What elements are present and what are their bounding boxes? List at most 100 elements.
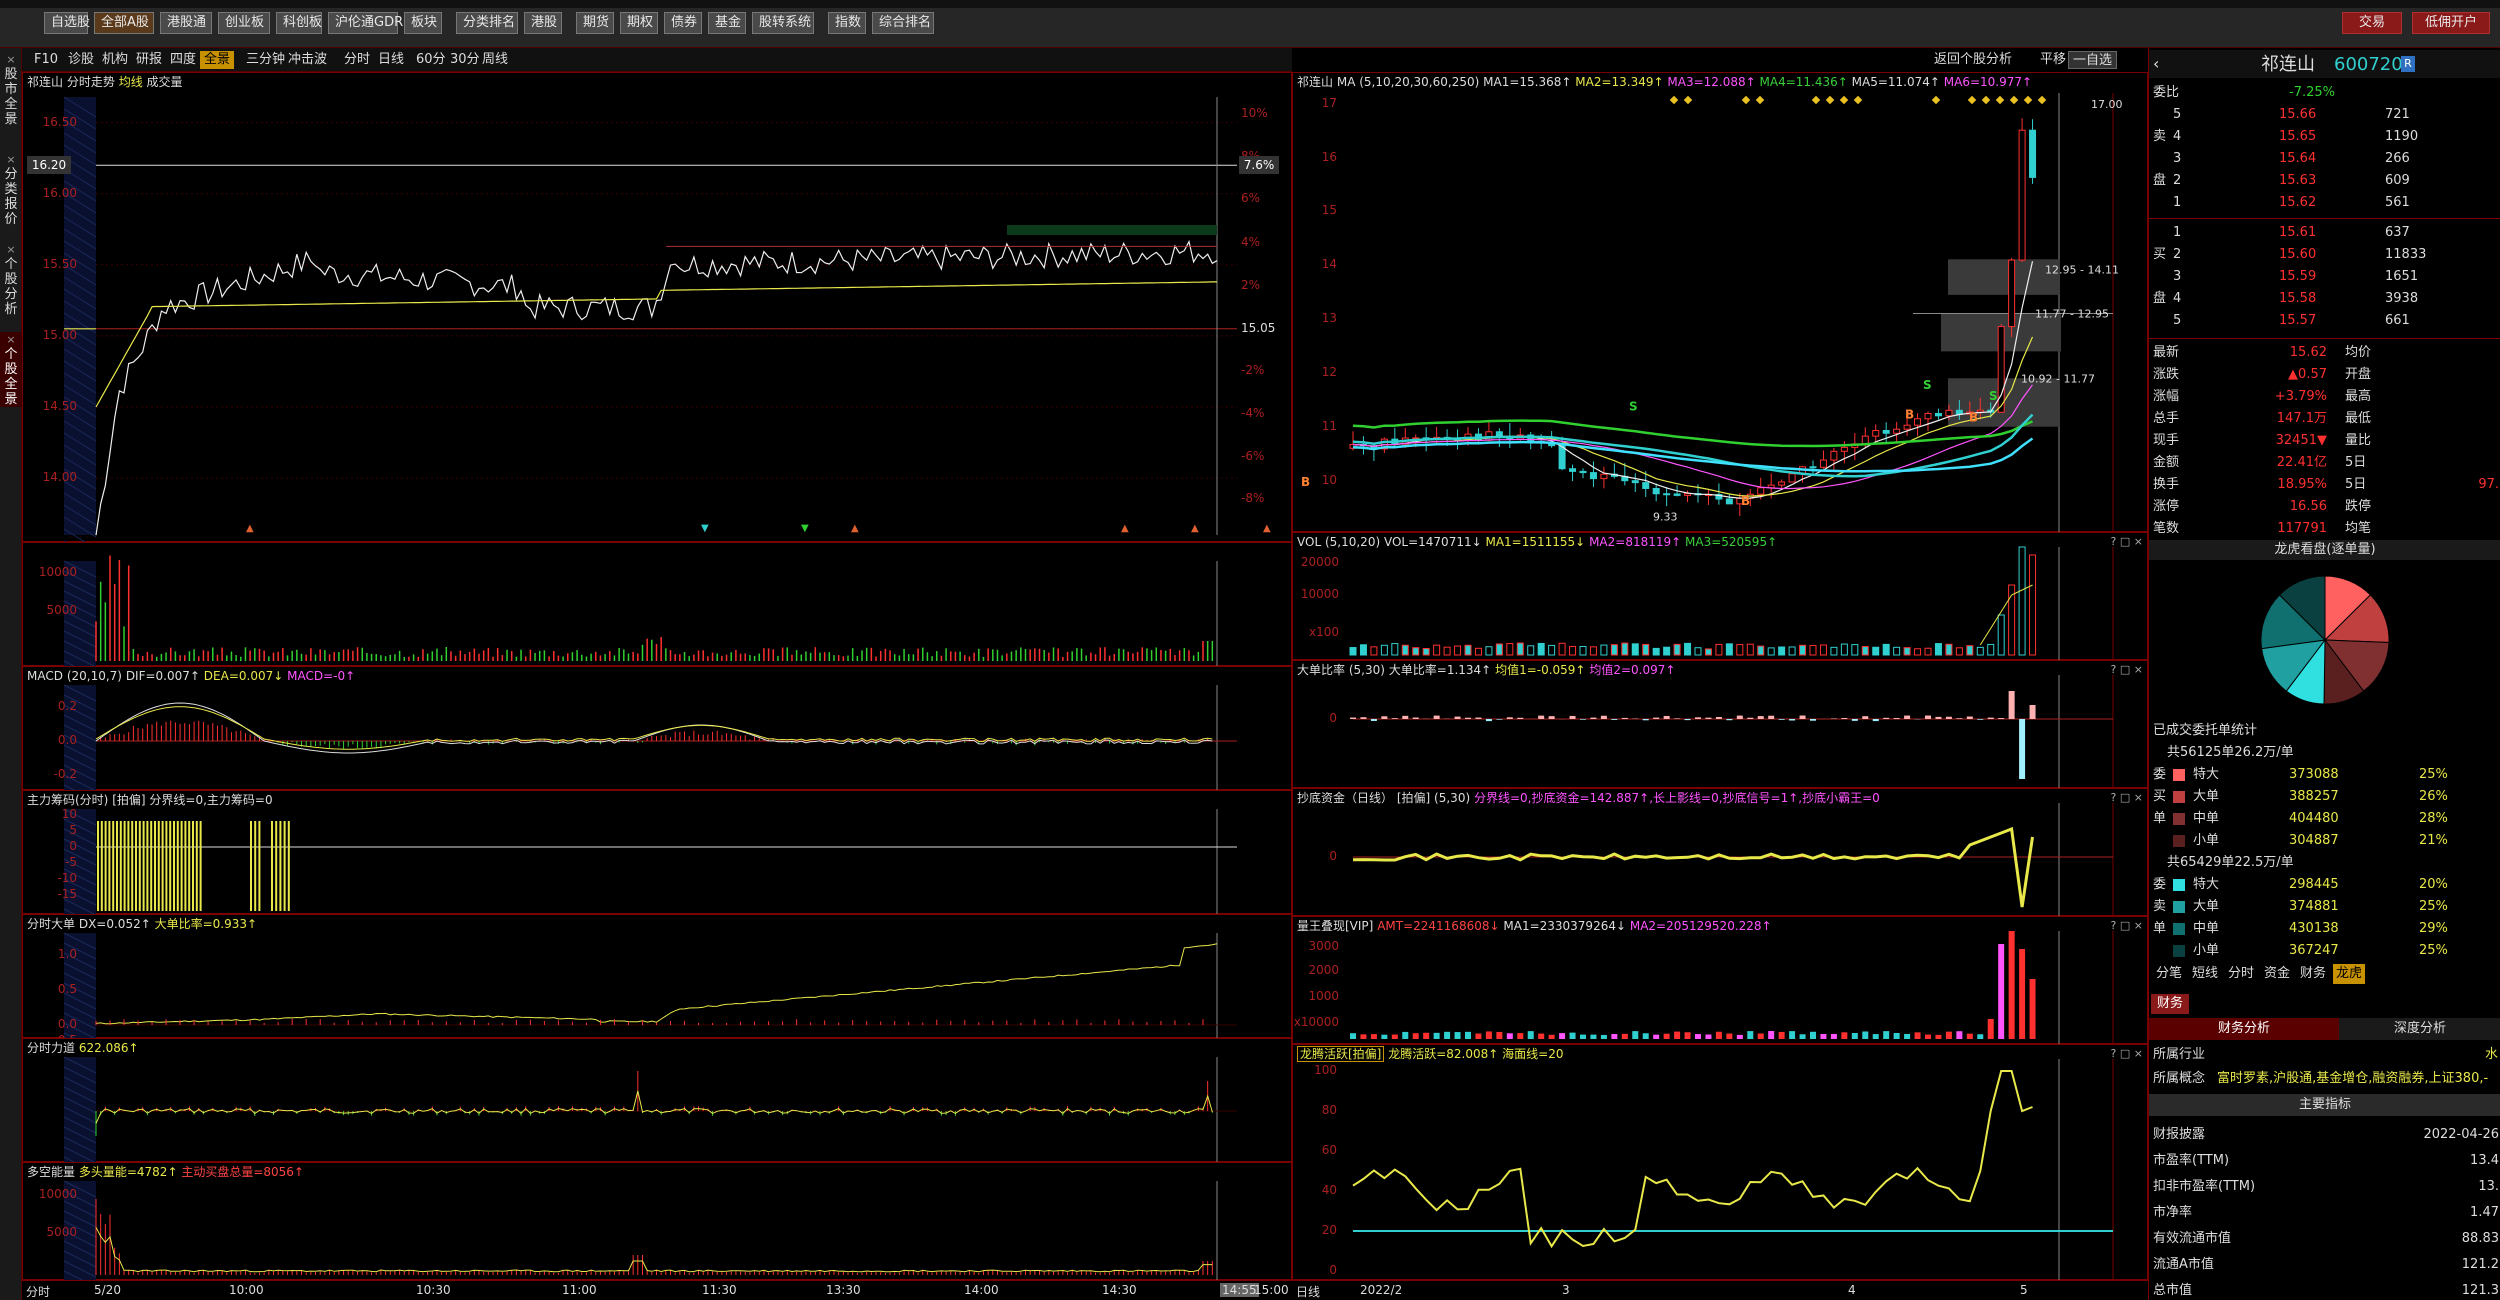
intraday-volume-panel[interactable]: 10000 5000 (22, 542, 1292, 667)
nav-item-7[interactable]: 冲击波 (284, 51, 331, 69)
toolbar-button-4[interactable]: 科创板 (276, 12, 322, 34)
kingvol-bar (1851, 1032, 1858, 1039)
trade-button[interactable]: 交易 (2342, 12, 2402, 34)
intraday-chip-panel[interactable]: 主力筹码(分时) [拍偏] 分界线=0,主力筹码=0 10 5 0 -5 -10 -15 (22, 790, 1292, 915)
toolbar-button-15[interactable]: 综合排名 (872, 12, 934, 34)
date-tick[interactable]: 日线 (1296, 1283, 1320, 1300)
p-ls-svg (63, 1180, 1218, 1281)
toolbar-button-13[interactable]: 股转系统 (752, 12, 814, 34)
nav-back-to-analysis-button[interactable]: 返回个股分析 (1930, 51, 2016, 69)
period-1[interactable]: 日线 (374, 51, 408, 69)
nav-item-2[interactable]: 机构 (98, 51, 132, 69)
period-0[interactable]: 分时 (340, 51, 374, 69)
quote-tab-0[interactable]: 分笔 (2153, 964, 2185, 984)
daily-bottomfund-panel[interactable]: 抄底资金（日线） [拍偏] (5,30) 分界线=0,抄底资金=142.887↑… (1292, 788, 2148, 917)
side-tab-1[interactable]: × 分类报价 (0, 152, 22, 227)
kingvol-bar (1914, 1032, 1921, 1039)
toolbar-button-12[interactable]: 基金 (708, 12, 746, 34)
toolbar-button-6[interactable]: 板块 (404, 12, 442, 34)
pct-tick: -2% (1241, 363, 1265, 378)
toolbar-button-10[interactable]: 期权 (620, 12, 658, 34)
bigratio-bar (1851, 719, 1858, 721)
chip-tick: -5 (65, 855, 77, 869)
back-chevron-icon[interactable]: ‹ (2153, 53, 2159, 75)
open-account-button[interactable]: 低佣开户 (2412, 12, 2490, 34)
daily-kingvol-panel[interactable]: 量王叠现[VIP] AMT=2241168608↓ MA1=2330379264… (1292, 916, 2148, 1045)
period-2[interactable]: 60分 (412, 51, 450, 69)
toolbar-button-8[interactable]: 港股 (524, 12, 562, 34)
nav-item-5[interactable]: 全景 (200, 51, 235, 69)
candle-body (1893, 428, 1901, 434)
daily-vol-tick: x100 (1308, 625, 1339, 639)
nav-item-3[interactable]: 研报 (132, 51, 166, 69)
quote-tab-3[interactable]: 资金 (2261, 964, 2293, 984)
quote-tab-4[interactable]: 财务 (2297, 964, 2329, 984)
daily-kline-svg: 17.00 9.33 12.95 - 14.11 11.77 - 12.95 10.92… (1301, 93, 2123, 533)
nav-pan-button[interactable]: 平移 (2036, 51, 2070, 69)
force-line (95, 1090, 1213, 1124)
price-tick: 15.00 (42, 327, 77, 342)
nav-item-1[interactable]: 诊股 (64, 51, 98, 69)
daily-vol-bar (1412, 647, 1420, 656)
nav-item-4[interactable]: 四度 (166, 51, 200, 69)
daily-bigratio-panel[interactable]: 大单比率 (5,30) 大单比率=1.134↑ 均值1=-0.059↑ 均值2=… (1292, 660, 2148, 789)
daily-vol-bar (1903, 647, 1911, 656)
toolbar-button-2[interactable]: 港股通 (160, 12, 212, 34)
close-icon[interactable]: × (0, 242, 22, 257)
side-tab-3[interactable]: × 个股全景 (0, 332, 22, 407)
nav-item-0[interactable]: F10 (30, 51, 62, 69)
date-tick: 5 (2020, 1283, 2028, 1297)
daily-vol-bar (1621, 642, 1629, 656)
toolbar-button-3[interactable]: 创业板 (218, 12, 270, 34)
daily-volume-panel[interactable]: VOL (5,10,20) VOL=1470711↓ MA1=1511155↓ … (1292, 532, 2148, 661)
panel-controls-icon[interactable]: ? □ × (2111, 663, 2143, 676)
close-icon[interactable]: × (0, 332, 22, 347)
toolbar-button-9[interactable]: 期货 (576, 12, 614, 34)
stat-row: 涨幅 +3.79% 最高 (2149, 386, 2500, 408)
daily-vol-bar (1506, 643, 1514, 656)
ask-cell: 15.64 (2279, 151, 2317, 166)
quote-tab-5[interactable]: 龙虎 (2333, 964, 2366, 984)
order-cell: 中单 (2193, 921, 2220, 936)
intraday-chart-panel[interactable]: 祁连山 分时走势 均线 成交量 ▲ ▼ ▼ ▲ ▲ ▲ ▲ 16.50 16.00 15.50 15… (22, 72, 1292, 543)
close-icon[interactable]: × (0, 52, 22, 67)
intraday-macd-panel[interactable]: MACD (20,10,7) DIF=0.007↑ DEA=0.007↓ MAC… (22, 666, 1292, 791)
bid-cell: 15.58 (2279, 291, 2317, 306)
period-4[interactable]: 周线 (478, 51, 512, 69)
legend-swatch (2173, 901, 2185, 913)
panel-controls-icon[interactable]: ? □ × (2111, 919, 2143, 932)
panel-controls-icon[interactable]: ? □ × (2111, 791, 2143, 804)
kingvol-bar (1893, 1032, 1900, 1039)
nav-item-6[interactable]: 三分钟 (242, 51, 289, 69)
metric-row: 扣非市盈率(TTM) 13. (2149, 1176, 2500, 1198)
toolbar-button-1[interactable]: 全部A股 (94, 12, 154, 34)
panel-controls-icon[interactable]: ? □ × (2111, 535, 2143, 548)
bid-cell: 1 (2173, 225, 2182, 240)
daily-dragon-panel[interactable]: 龙腾活跃[拍偏] 龙腾活跃=82.008↑ 海面线=20 ? □ × 100 80 6… (1292, 1044, 2148, 1281)
side-tab-0[interactable]: × 股市全景 (0, 52, 22, 127)
bigratio-bar (1998, 718, 2005, 719)
toolbar-button-5[interactable]: 沪伦通GDR (328, 12, 403, 34)
side-tab-2[interactable]: × 个股分析 (0, 242, 22, 317)
finance-tab[interactable]: 财务 (2151, 994, 2190, 1014)
close-icon[interactable]: × (0, 152, 22, 167)
panel-controls-icon[interactable]: ? □ × (2111, 1047, 2143, 1060)
depth-analysis-tab[interactable]: 深度分析 (2339, 1018, 2500, 1040)
finance-analysis-tab[interactable]: 财务分析 (2149, 1018, 2339, 1040)
time-tick[interactable]: 分时 (26, 1283, 50, 1300)
quote-tab-1[interactable]: 短线 (2189, 964, 2221, 984)
toolbar-button-7[interactable]: 分类排名 (456, 12, 518, 34)
intraday-longshort-panel[interactable]: 多空能量 多头量能=4782↑ 主动买盘总量=8056↑ 10000 5000 (22, 1162, 1292, 1281)
toolbar-button-0[interactable]: 自选股 (44, 12, 90, 34)
kingvol-bar (1830, 1033, 1837, 1039)
nav-watchlist-dropdown[interactable]: 一自选 (2068, 51, 2118, 69)
intraday-force-panel[interactable]: 分时力道 622.086↑ (22, 1038, 1292, 1163)
toolbar-button-11[interactable]: 债券 (664, 12, 702, 34)
daily-kline-panel[interactable]: 祁连山 MA (5,10,20,30,60,250) MA1=15.368↑ M… (1292, 72, 2148, 533)
daily-vol-bar (1924, 647, 1932, 656)
bigratio-bar (1391, 718, 1398, 719)
toolbar-button-14[interactable]: 指数 (828, 12, 866, 34)
kingvol-bar (1370, 1034, 1377, 1039)
intraday-bigorder-panel[interactable]: 分时大单 DX=0.052↑ 大单比率=0.933↑ 1.00.50.0-0.5 (22, 914, 1292, 1047)
quote-tab-2[interactable]: 分时 (2225, 964, 2257, 984)
